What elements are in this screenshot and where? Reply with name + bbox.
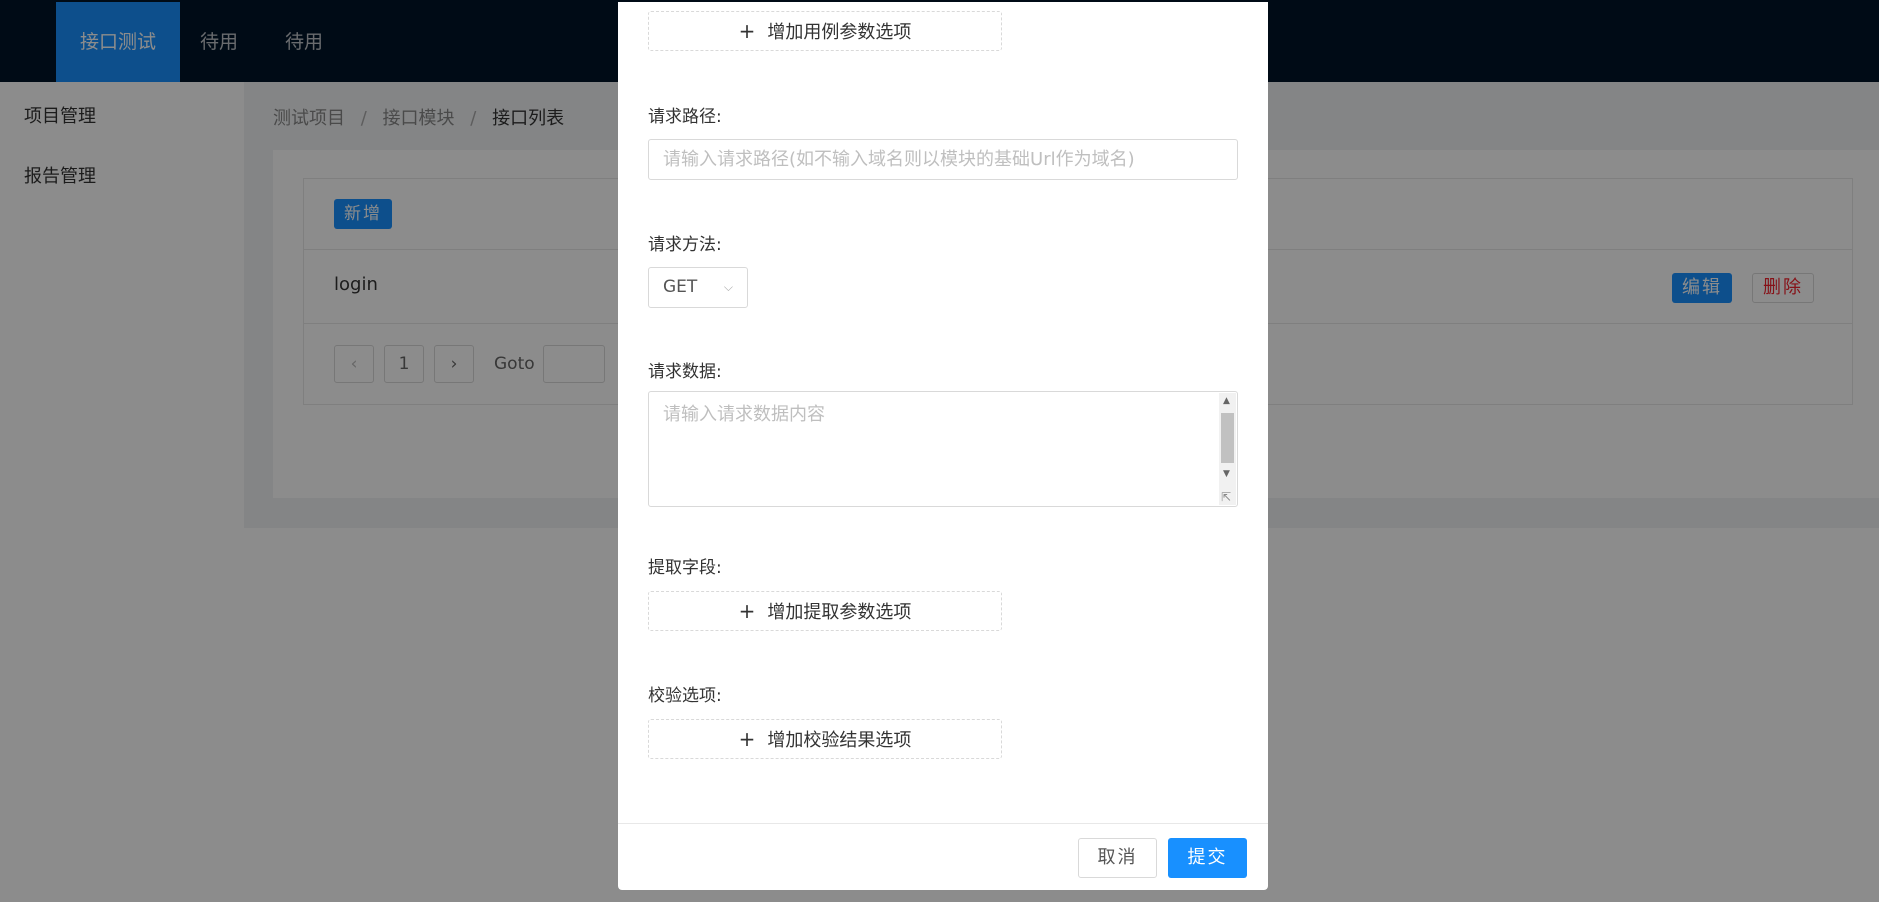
request-path-label: 请求路径: [648, 107, 722, 127]
request-method-value: GET [663, 277, 698, 297]
add-extract-param-label: 增加提取参数选项 [767, 602, 912, 623]
plus-icon: + [738, 19, 756, 43]
cancel-button[interactable]: 取消 [1078, 838, 1157, 878]
submit-button[interactable]: 提交 [1168, 838, 1247, 878]
resize-handle-icon[interactable]: ⇱ [1221, 490, 1235, 504]
scroll-down-icon[interactable]: ▼ [1223, 469, 1230, 479]
add-case-param-button[interactable]: + 增加用例参数选项 [648, 11, 1002, 51]
scroll-up-icon[interactable]: ▲ [1223, 396, 1230, 406]
modal-footer-divider [618, 823, 1268, 824]
add-verify-option-button[interactable]: + 增加校验结果选项 [648, 719, 1002, 759]
add-extract-param-button[interactable]: + 增加提取参数选项 [648, 591, 1002, 631]
plus-icon: + [738, 727, 756, 751]
request-data-placeholder: 请输入请求数据内容 [663, 404, 825, 425]
add-verify-option-label: 增加校验结果选项 [767, 730, 912, 751]
chevron-down-icon: ⌵ [723, 280, 733, 294]
scroll-thumb[interactable] [1221, 413, 1234, 463]
request-path-input[interactable]: 请输入请求路径(如不输入域名则以模块的基础Url作为域名) [648, 139, 1238, 180]
extract-field-label: 提取字段: [648, 558, 722, 578]
verify-option-label: 校验选项: [648, 686, 722, 706]
request-path-placeholder: 请输入请求路径(如不输入域名则以模块的基础Url作为域名) [663, 149, 1135, 170]
textarea-scrollbar[interactable]: ▲ ▼ [1219, 393, 1236, 505]
request-method-select[interactable]: GET ⌵ [648, 267, 748, 308]
plus-icon: + [738, 599, 756, 623]
add-case-param-label: 增加用例参数选项 [767, 22, 912, 43]
request-data-textarea[interactable]: 请输入请求数据内容 ▲ ▼ ⇱ [648, 391, 1238, 507]
api-form-modal: + 增加用例参数选项 请求路径: 请输入请求路径(如不输入域名则以模块的基础Url… [618, 2, 1268, 890]
request-method-label: 请求方法: [648, 235, 722, 255]
request-data-label: 请求数据: [648, 362, 722, 382]
